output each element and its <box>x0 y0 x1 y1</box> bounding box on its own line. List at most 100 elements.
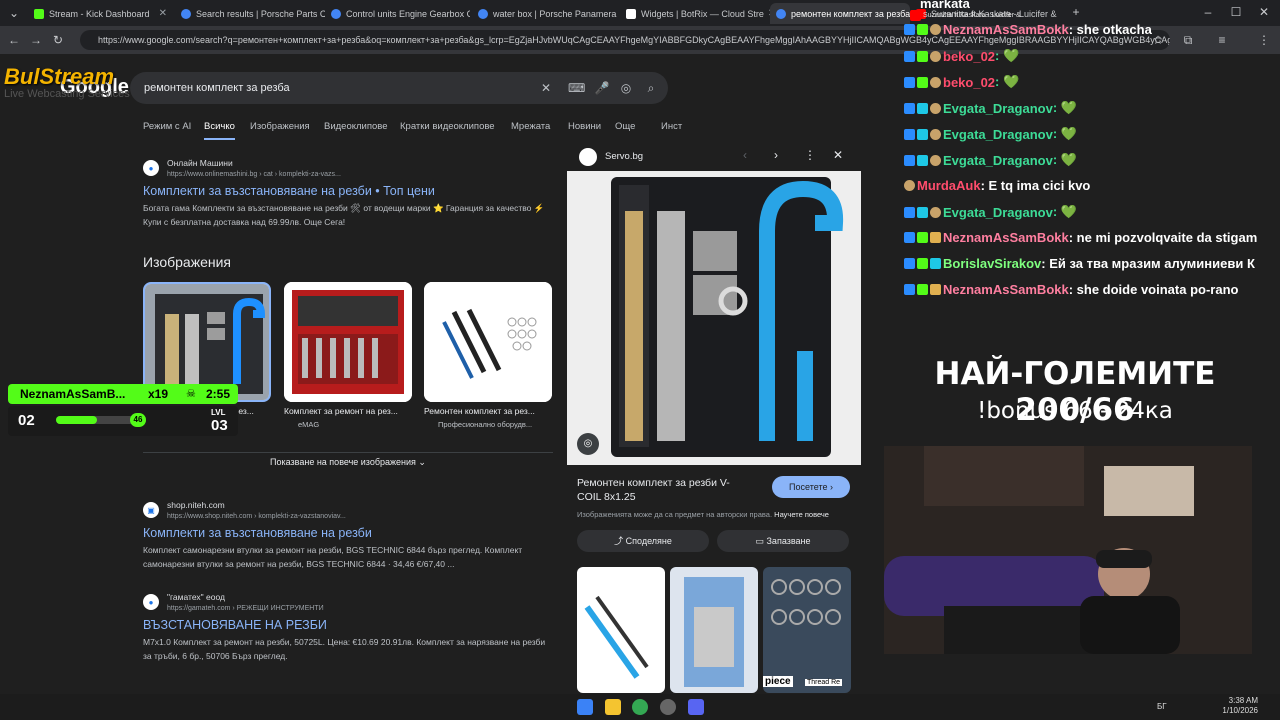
site-favicon-icon: ● <box>143 160 159 176</box>
result-source: ▣ shop.niteh.com https://www.shop.niteh.co… <box>143 500 553 520</box>
obs-icon[interactable] <box>660 699 676 715</box>
sub-badge-icon <box>917 24 928 35</box>
chat-user: NeznamAsSamBokk <box>943 282 1069 297</box>
related-coils-image <box>771 579 841 625</box>
tab-news[interactable]: Новини <box>568 121 601 132</box>
chat-line: NeznamAsSamBokk: ne mi pozvolqvaite da s… <box>904 230 1257 245</box>
google-icon <box>776 8 786 19</box>
learn-more-link[interactable]: Научете повече <box>774 510 829 519</box>
search-result: ● Онлайн Машини https://www.onlinemashini.… <box>143 158 553 229</box>
tab-images[interactable]: Изображения <box>250 121 310 132</box>
back-icon[interactable]: ← <box>6 32 22 48</box>
search-icon[interactable]: ⌕ <box>643 80 659 96</box>
sub-badge-icon <box>917 50 928 62</box>
related-image[interactable] <box>577 567 665 693</box>
chat-message: : 💚 <box>1052 100 1077 115</box>
language-indicator[interactable]: БГ <box>1157 702 1167 711</box>
chrome-icon[interactable] <box>632 699 648 715</box>
tools-image <box>424 282 552 402</box>
lens-search-icon[interactable]: ◎ <box>577 433 599 455</box>
clock-date[interactable]: 1/10/2026 <box>1218 706 1258 715</box>
related-image[interactable] <box>670 567 758 693</box>
chat-line: NeznamAsSamBokk: she otkacha <box>904 22 1152 37</box>
tab-water-box[interactable]: water box | Porsche Panamera✕ <box>472 3 620 24</box>
bulstream-logo: BulStream Live Webcasting Services <box>4 64 130 100</box>
windows-start-icon[interactable] <box>577 699 593 715</box>
forward-icon[interactable]: → <box>28 32 44 48</box>
sub-badge-icon <box>917 206 928 218</box>
tab-label: ремонтен комплект за резба <box>791 8 910 19</box>
visit-button[interactable]: Посетете › <box>772 476 850 498</box>
chat-user: beko_02 <box>943 74 996 90</box>
result-title-link[interactable]: Комплекти за възстановяване на резби <box>143 526 553 540</box>
mod-badge-icon <box>904 24 915 35</box>
mod-badge-icon <box>904 284 915 295</box>
chat-user: Evgata_Draganov <box>943 126 1053 142</box>
tab-short-videos[interactable]: Кратки видеоклипове <box>400 121 495 132</box>
avatar-badge-icon <box>930 24 941 35</box>
close-panel-icon[interactable]: ✕ <box>833 148 843 162</box>
globe-icon <box>181 8 191 19</box>
tab-tools[interactable]: Инст <box>661 121 682 132</box>
red-case-kit-image <box>284 282 412 402</box>
mod-badge-icon <box>904 128 915 140</box>
avatar-badge-icon <box>930 154 941 166</box>
search-result: ● "гаматех" еоод https://gamateh.com › РЕЖ… <box>143 592 553 663</box>
prev-icon[interactable]: ‹ <box>743 148 747 162</box>
avatar-badge-icon <box>904 180 915 191</box>
share-button[interactable]: ⤴ Споделяне <box>577 530 709 552</box>
level-lvl-label: LVL <box>211 408 226 417</box>
mic-icon[interactable]: 🎤 <box>594 80 610 96</box>
related-image[interactable]: piece Thread Re <box>763 567 851 693</box>
tab-google-search[interactable]: ремонтен комплект за резба✕ <box>770 3 910 24</box>
keyboard-icon[interactable]: ⌨ <box>568 80 585 96</box>
level-from: 02 <box>18 412 35 429</box>
clear-icon[interactable]: ✕ <box>538 80 554 96</box>
tab-kick-dashboard[interactable]: Stream - Kick Dashboard ✕ <box>28 3 173 24</box>
chat-line: beko_02: 💚 <box>904 74 1019 90</box>
search-input[interactable]: ремонтен комплект за резба <box>130 72 668 104</box>
pencil-badge-icon <box>930 284 941 295</box>
tab-more[interactable]: Още <box>615 121 635 132</box>
chat-user: Evgata_Draganov <box>943 152 1053 168</box>
tab-porsche-parts[interactable]: Search results | Porsche Parts C✕ <box>175 3 325 24</box>
reload-icon[interactable]: ↻ <box>50 32 66 48</box>
chat-line: BorislavSirakov: Ей за тва мразим алумин… <box>904 256 1255 271</box>
level-progress-value: 46 <box>130 413 146 427</box>
lens-icon[interactable]: ◎ <box>618 80 634 96</box>
search-query: ремонтен комплект за резба <box>144 82 290 94</box>
tab-control-units[interactable]: Control units Engine Gearbox C✕ <box>325 3 470 24</box>
chat-user: NeznamAsSamBokk <box>943 230 1069 245</box>
discord-icon[interactable] <box>688 699 704 715</box>
result-snippet: Богата гама Комплекти за възстановяване … <box>143 203 545 227</box>
result-title-link[interactable]: ВЪЗСТАНОВЯВАНЕ НА РЕЗБИ <box>143 618 553 632</box>
result-title-link[interactable]: Комплекти за възстановяване на резби • Т… <box>143 184 553 198</box>
result-source: ● "гаматех" еоод https://gamateh.com › РЕЖ… <box>143 592 553 612</box>
panel-title: Ремонтен комплект за резби V-COIL 8x1.25 <box>577 477 730 503</box>
tab-videos[interactable]: Видеоклипове <box>324 121 388 132</box>
more-images-button[interactable]: Показване на повече изображения ⌄ <box>143 452 553 470</box>
panel-main-image[interactable]: ◎ <box>567 171 861 465</box>
gift-badge-icon <box>930 258 941 269</box>
clock-time[interactable]: 3:38 AM <box>1222 696 1258 705</box>
tab-search-icon[interactable]: ⌄ <box>6 5 22 21</box>
result-url: https://www.onlinemashini.bg › cat › kom… <box>167 171 341 178</box>
image-thumb[interactable] <box>284 282 412 402</box>
next-icon[interactable]: › <box>774 148 778 162</box>
tab-web[interactable]: Мрежата <box>511 121 550 132</box>
close-icon[interactable]: ✕ <box>155 8 167 19</box>
chat-line: Evgata_Draganov: 💚 <box>904 204 1077 220</box>
sub-badge-icon <box>917 284 928 295</box>
image-source: eMAG <box>298 420 320 429</box>
image-thumb[interactable] <box>424 282 552 402</box>
chat-line: Evgata_Draganov: 💚 <box>904 152 1077 168</box>
tab-all[interactable]: Всичко <box>204 121 235 140</box>
mod-badge-icon <box>904 258 915 269</box>
file-explorer-icon[interactable] <box>605 699 621 715</box>
tab-botrix-widgets[interactable]: Widgets | BotRix — Cloud Stre✕ <box>620 3 770 24</box>
tab-ai-mode[interactable]: Режим с AI <box>143 121 191 132</box>
mod-badge-icon <box>904 154 915 166</box>
save-button[interactable]: ▭ Запазване <box>717 530 849 552</box>
more-options-icon[interactable]: ⋮ <box>804 148 816 162</box>
avatar-badge-icon <box>930 76 941 88</box>
